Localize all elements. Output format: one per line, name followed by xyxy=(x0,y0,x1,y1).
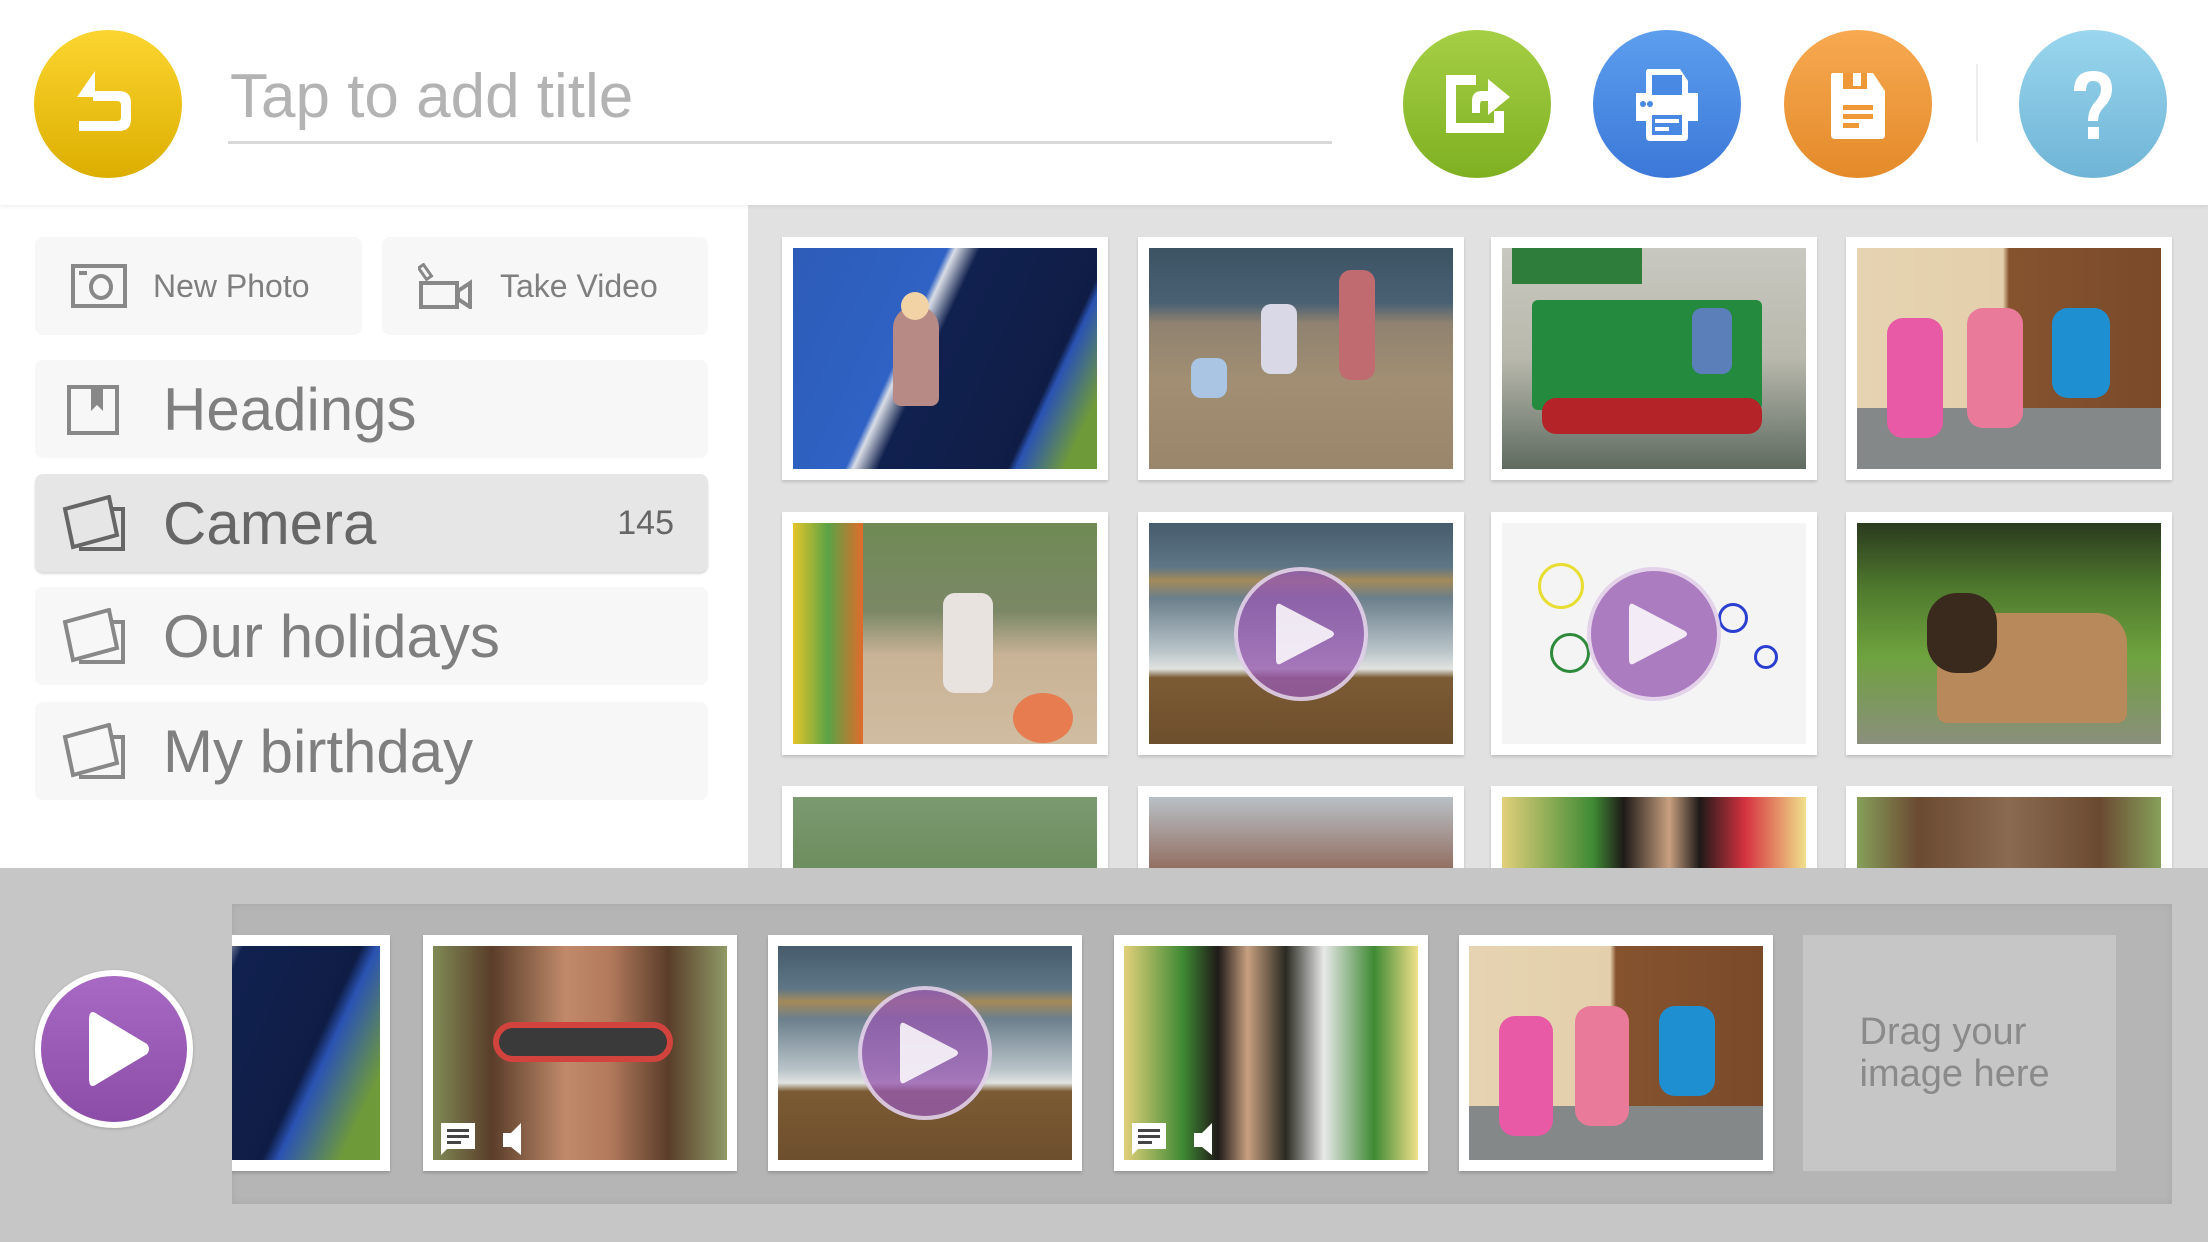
album-sidebar: New Photo Take Video Headings Camera 145… xyxy=(0,205,748,868)
photo-image xyxy=(1149,248,1453,469)
photo-album-icon xyxy=(62,723,125,779)
storyboard-item[interactable] xyxy=(768,935,1082,1171)
audio-icon xyxy=(1194,1123,1212,1155)
play-icon xyxy=(1276,603,1334,664)
take-video-label: Take Video xyxy=(500,267,658,304)
photo-album-icon xyxy=(62,495,125,551)
photo-grid xyxy=(748,205,2208,868)
drop-zone[interactable]: Drag your image here xyxy=(1803,935,2116,1171)
video-thumbnail[interactable] xyxy=(1138,512,1464,755)
photo-album-icon xyxy=(62,608,125,664)
take-video-button[interactable]: Take Video xyxy=(382,237,708,335)
photo-thumbnail[interactable] xyxy=(1846,512,2172,755)
video-play-overlay[interactable] xyxy=(1234,566,1368,701)
photo-image xyxy=(1149,797,1453,868)
album-label: My birthday xyxy=(163,717,474,785)
new-photo-label: New Photo xyxy=(153,267,310,304)
photo-thumbnail[interactable] xyxy=(1491,237,1817,480)
photo-image xyxy=(1857,248,2161,469)
play-icon xyxy=(1629,603,1687,664)
photo-image xyxy=(793,523,1097,744)
top-toolbar xyxy=(0,0,2208,205)
photo-thumbnail[interactable] xyxy=(782,512,1108,755)
title-input[interactable] xyxy=(228,52,1332,144)
photo-thumbnail[interactable] xyxy=(1846,786,2172,868)
play-slideshow-button[interactable] xyxy=(35,970,193,1128)
caption-icon xyxy=(441,1123,475,1155)
media-indicators xyxy=(439,1121,533,1157)
print-button[interactable] xyxy=(1593,30,1741,178)
toolbar-divider xyxy=(1976,64,1978,142)
storyboard-panel: Drag your image here xyxy=(0,868,2208,1242)
play-icon xyxy=(89,1012,149,1086)
help-button[interactable] xyxy=(2019,30,2167,178)
photo-image xyxy=(793,248,1097,469)
photo-image xyxy=(1857,523,2161,744)
album-headings[interactable]: Headings xyxy=(35,360,708,458)
album-my-birthday[interactable]: My birthday xyxy=(35,702,708,800)
video-thumbnail[interactable] xyxy=(1491,512,1817,755)
video-play-overlay[interactable] xyxy=(1587,566,1721,701)
photo-thumbnail[interactable] xyxy=(1846,237,2172,480)
caption-icon xyxy=(1132,1123,1166,1155)
album-label: Our holidays xyxy=(163,602,500,670)
album-our-holidays[interactable]: Our holidays xyxy=(35,587,708,685)
camera-icon xyxy=(71,264,127,308)
storyboard-item[interactable] xyxy=(423,935,737,1171)
photo-image xyxy=(1502,797,1806,868)
album-label: Headings xyxy=(163,375,417,443)
storyboard-strip[interactable]: Drag your image here xyxy=(232,904,2172,1204)
new-photo-button[interactable]: New Photo xyxy=(35,237,362,335)
photo-thumbnail[interactable] xyxy=(1138,237,1464,480)
photo-thumbnail[interactable] xyxy=(782,237,1108,480)
media-indicators xyxy=(1130,1121,1224,1157)
storyboard-item[interactable] xyxy=(1114,935,1428,1171)
printer-icon xyxy=(1636,69,1698,141)
photo-image xyxy=(793,797,1097,868)
photo-image xyxy=(1502,248,1806,469)
drop-zone-label: Drag your image here xyxy=(1859,1011,2050,1095)
floppy-save-icon xyxy=(1831,73,1885,139)
storyboard-image xyxy=(1469,946,1763,1160)
share-button[interactable] xyxy=(1403,30,1551,178)
question-mark-icon xyxy=(2074,71,2112,139)
photo-thumbnail[interactable] xyxy=(1138,786,1464,868)
storyboard-item[interactable] xyxy=(232,935,390,1171)
storyboard-image xyxy=(232,946,380,1160)
back-button[interactable] xyxy=(34,30,182,178)
save-button[interactable] xyxy=(1784,30,1932,178)
photo-thumbnail[interactable] xyxy=(782,786,1108,868)
share-export-icon xyxy=(1446,75,1510,133)
album-camera[interactable]: Camera 145 xyxy=(35,474,708,572)
photo-image xyxy=(1857,797,2161,868)
video-camera-icon xyxy=(418,263,472,309)
audio-icon xyxy=(503,1123,521,1155)
bookmark-icon xyxy=(67,385,119,435)
photo-thumbnail[interactable] xyxy=(1491,786,1817,868)
album-count: 145 xyxy=(617,503,674,542)
play-icon xyxy=(900,1022,958,1084)
album-label: Camera xyxy=(163,489,377,557)
undo-arrow-icon xyxy=(77,71,131,131)
video-play-overlay[interactable] xyxy=(858,986,992,1120)
storyboard-item[interactable] xyxy=(1459,935,1773,1171)
